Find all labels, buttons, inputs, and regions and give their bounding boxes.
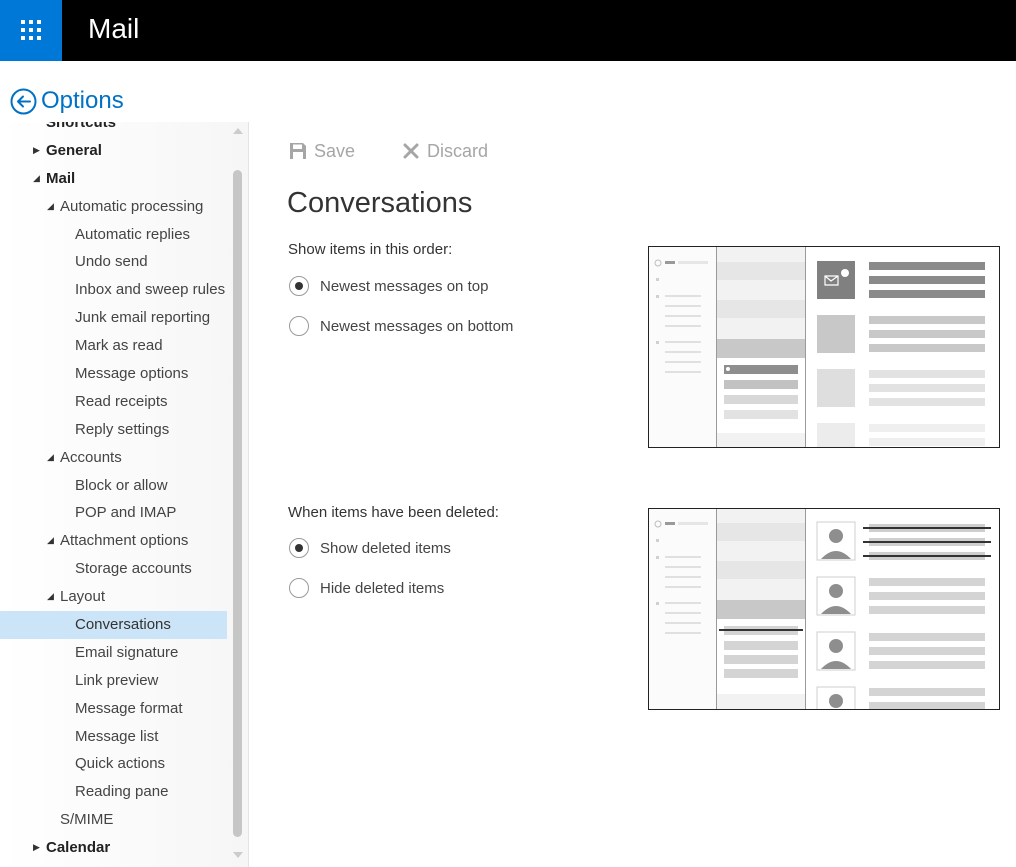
save-label: Save [314,140,356,161]
radio-label: Show deleted items [320,539,451,557]
sidebar-item-accounts[interactable]: ◢ Accounts [0,444,227,472]
sidebar-item-label: S/MIME [60,811,114,829]
discard-icon [403,143,419,159]
sidebar-item-conversations[interactable]: Conversations [0,611,227,639]
sidebar-item-junk-email-reporting[interactable]: Junk email reporting [0,304,227,332]
options-title: Options [41,87,124,114]
scroll-up-arrow-icon[interactable] [233,128,243,134]
sidebar-item-label: Quick actions [75,755,166,773]
sidebar-item-label: Message format [75,699,183,717]
sidebar-item-s-mime[interactable]: S/MIME [0,806,227,834]
sidebar-item-label: Automatic replies [75,225,191,243]
sidebar-item-layout[interactable]: ◢ Layout [0,583,227,611]
sidebar-item-label: Automatic processing [60,197,204,215]
deleted-items-preview-image [648,508,1000,710]
sidebar-item-label: General [46,141,102,159]
sidebar-item-general[interactable]: ▶ General [0,137,227,165]
sidebar-item-pop-and-imap[interactable]: POP and IMAP [0,499,227,527]
sidebar-item-automatic-processing[interactable]: ◢ Automatic processing [0,193,227,221]
sidebar-item-email-signature[interactable]: Email signature [0,639,227,667]
sidebar-item-label: POP and IMAP [75,504,177,522]
sidebar-item-block-or-allow[interactable]: Block or allow [0,472,227,500]
discard-label: Discard [427,140,489,161]
caret-expanded-icon[interactable]: ◢ [47,527,54,555]
app-launcher-button[interactable] [0,0,62,61]
sidebar-item-label: Calendar [46,839,111,857]
save-icon [290,143,306,159]
sidebar-item-label: Undo send [75,253,148,271]
sidebar-item-attachment-options[interactable]: ◢ Attachment options [0,527,227,555]
caret-collapsed-icon[interactable]: ▶ [33,834,40,862]
radio-label: Newest messages on top [320,277,489,295]
radio-label: Newest messages on bottom [320,317,514,335]
sidebar-item-label: Block or allow [75,476,168,494]
save-button[interactable]: Save [289,138,355,164]
sidebar-divider [248,122,249,867]
sidebar-item-read-receipts[interactable]: Read receipts [0,388,227,416]
sidebar-item-message-options[interactable]: Message options [0,360,227,388]
sidebar-item-label: Mark as read [75,337,163,355]
sidebar-item-storage-accounts[interactable]: Storage accounts [0,555,227,583]
sidebar-item-label: Reading pane [75,783,169,801]
sidebar-item-label: Layout [60,588,106,606]
sidebar-item-shortcuts[interactable]: Shortcuts [0,122,227,137]
sidebar-item-label: Shortcuts [46,122,117,131]
deleted-section-label: When items have been deleted: [288,504,499,521]
sidebar-item-reading-pane[interactable]: Reading pane [0,778,227,806]
radio-button[interactable] [289,276,309,296]
app-title: Mail [88,13,140,44]
back-arrow-icon [10,88,37,114]
radio-newest-on-bottom[interactable]: Newest messages on bottom [289,315,513,337]
sidebar-item-label: Email signature [75,643,179,661]
sidebar-item-label: Message list [75,727,159,745]
sidebar-item-calendar[interactable]: ▶ Calendar [0,834,227,862]
sidebar-item-label: Reply settings [75,420,170,438]
sidebar-item-mail[interactable]: ◢ Mail [0,165,227,193]
sidebar-item-label: Mail [46,169,76,187]
options-sidebar: Shortcuts ▶ General ◢ Mail ◢ Automatic process… [0,122,248,867]
options-back-link[interactable]: Options [10,86,124,116]
sidebar-item-inbox-and-sweep-rules[interactable]: Inbox and sweep rules [0,276,227,304]
sidebar-item-undo-send[interactable]: Undo send [0,248,227,276]
caret-expanded-icon[interactable]: ◢ [33,165,40,193]
sidebar-item-message-format[interactable]: Message format [0,695,227,723]
sidebar-item-label: Accounts [60,448,122,466]
options-nav-list: Shortcuts ▶ General ◢ Mail ◢ Automatic process… [0,122,227,862]
radio-newest-on-top[interactable]: Newest messages on top [289,275,488,297]
scrollbar-thumb[interactable] [233,170,242,837]
radio-button[interactable] [289,578,309,598]
sidebar-item-label: Junk email reporting [75,309,211,327]
radio-hide-deleted[interactable]: Hide deleted items [289,577,444,599]
caret-expanded-icon[interactable]: ◢ [47,444,54,472]
sidebar-item-automatic-replies[interactable]: Automatic replies [0,221,227,249]
sidebar-item-message-list[interactable]: Message list [0,723,227,751]
sidebar-item-label: Read receipts [75,392,168,410]
sidebar-item-label: Inbox and sweep rules [75,281,226,299]
top-bar: Mail [0,0,1016,61]
sidebar-item-mark-as-read[interactable]: Mark as read [0,332,227,360]
sidebar-item-quick-actions[interactable]: Quick actions [0,750,227,778]
conversation-order-preview-image [648,246,1000,448]
caret-expanded-icon[interactable]: ◢ [47,583,54,611]
sidebar-item-reply-settings[interactable]: Reply settings [0,416,227,444]
sidebar-item-link-preview[interactable]: Link preview [0,667,227,695]
sidebar-item-label: Conversations [75,616,171,634]
radio-label: Hide deleted items [320,579,445,597]
sidebar-item-label: Link preview [75,671,159,689]
sidebar-item-label: Storage accounts [75,560,192,578]
caret-expanded-icon[interactable]: ◢ [47,193,54,221]
scroll-down-arrow-icon[interactable] [233,852,243,858]
radio-button[interactable] [289,316,309,336]
sidebar-item-label: Attachment options [60,532,189,550]
caret-collapsed-icon[interactable]: ▶ [33,137,40,165]
discard-button[interactable]: Discard [403,138,488,164]
app-launcher-icon [21,20,41,40]
radio-button[interactable] [289,538,309,558]
page-title: Conversations [287,187,473,219]
order-section-label: Show items in this order: [288,241,453,258]
radio-show-deleted[interactable]: Show deleted items [289,537,451,559]
sidebar-item-label: Message options [75,365,189,383]
